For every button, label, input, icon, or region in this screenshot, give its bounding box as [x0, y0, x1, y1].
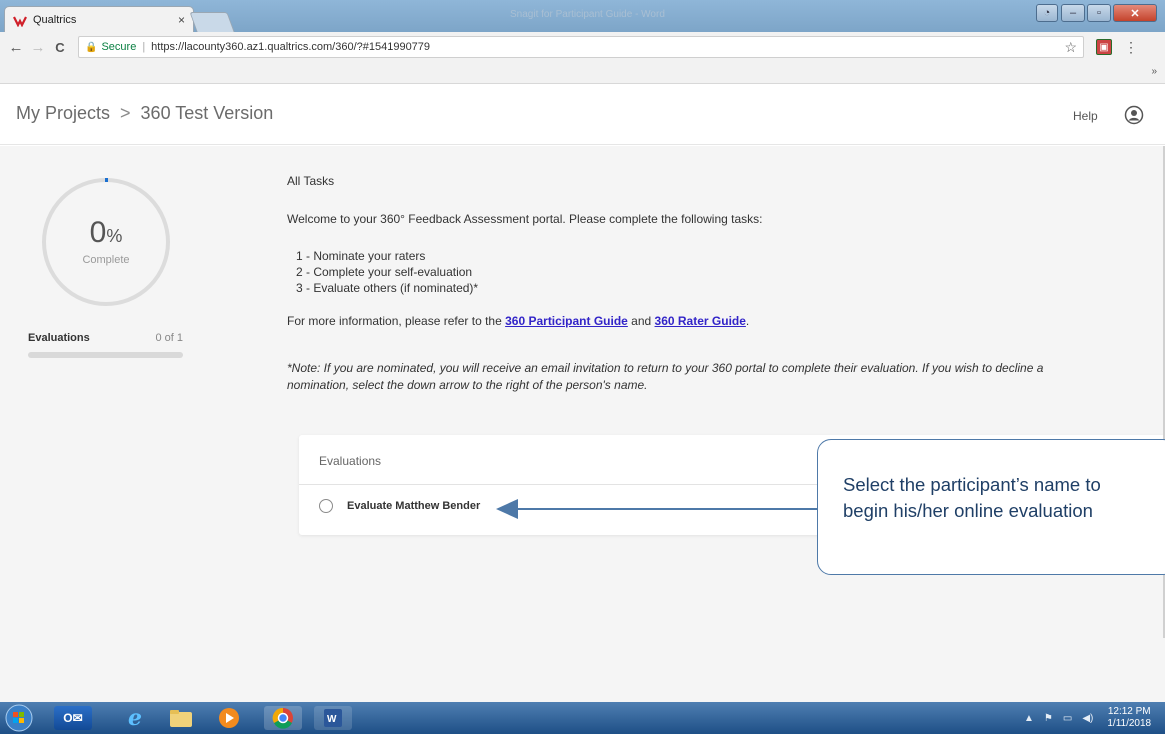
info-prefix: For more information, please refer to th… — [287, 314, 506, 328]
breadcrumb-my-projects[interactable]: My Projects — [16, 103, 110, 124]
extension-icon[interactable]: ▣ — [1096, 39, 1112, 55]
internet-explorer-icon[interactable]: e — [116, 705, 154, 731]
back-arrow-icon[interactable]: ← — [6, 39, 26, 56]
maximize-window-button[interactable]: ▫ — [1087, 4, 1111, 22]
system-clock[interactable]: 12:12 PM 1/11/2018 — [1107, 706, 1151, 730]
main-panel: All Tasks Welcome to your 360° Feedback … — [203, 146, 1165, 702]
close-window-button[interactable]: ✕ — [1113, 4, 1157, 22]
window-title: Snagit for Participant Guide - Word — [510, 9, 665, 20]
help-link[interactable]: Help — [1073, 109, 1098, 123]
progress-unit: % — [106, 226, 123, 246]
chrome-icon[interactable] — [264, 706, 302, 730]
file-explorer-icon[interactable] — [162, 706, 200, 730]
new-tab-button[interactable] — [189, 12, 235, 32]
windows-taskbar: O✉ e W ▲ ⚑ ▭ ◀) 12:12 PM 1/11/2018 — [0, 702, 1165, 734]
progress-label: Complete — [82, 254, 130, 266]
callout-text: Select the participant’s name to begin h… — [843, 474, 1101, 521]
main-content: All Tasks Welcome to your 360° Feedback … — [203, 146, 1165, 702]
media-player-icon[interactable] — [210, 706, 248, 730]
tray-expand-icon[interactable]: ▲ — [1024, 713, 1034, 724]
network-icon[interactable]: ▭ — [1063, 713, 1072, 724]
star-icon[interactable]: ☆ — [1064, 39, 1077, 56]
progress-number: 0 — [89, 216, 107, 249]
clock-time: 12:12 PM — [1107, 706, 1151, 717]
svg-text:W: W — [327, 714, 337, 725]
instruction-callout: Select the participant’s name to begin h… — [817, 439, 1165, 575]
evaluations-card-title: Evaluations — [319, 454, 382, 468]
qualtrics-logo-icon — [13, 16, 27, 27]
tab-title: Qualtrics — [33, 13, 77, 26]
participant-guide-link[interactable]: 360 Participant Guide — [505, 314, 628, 328]
bookmarks-bar: » — [0, 62, 1165, 84]
progress-percent: 0% — [40, 216, 172, 250]
url-separator: | — [142, 41, 146, 53]
breadcrumb-current-project: 360 Test Version — [140, 103, 274, 123]
breadcrumb: My Projects > 360 Test Version — [16, 103, 273, 124]
callout-arrow — [496, 499, 821, 519]
info-line: For more information, please refer to th… — [287, 314, 749, 328]
bookmarks-overflow-icon[interactable]: » — [1151, 66, 1157, 77]
clock-date: 1/11/2018 — [1107, 718, 1152, 729]
address-bar[interactable]: 🔒 Secure | https://lacounty360.az1.qualt… — [78, 36, 1084, 58]
reload-icon[interactable]: C — [50, 40, 70, 55]
sidebar-evaluations-count: 0 of 1 — [155, 332, 183, 344]
welcome-text: Welcome to your 360° Feedback Assessment… — [287, 212, 763, 226]
action-center-flag-icon[interactable]: ⚑ — [1044, 713, 1053, 724]
evaluation-item[interactable]: Evaluate Matthew Bender — [319, 499, 480, 513]
browser-toolbar: ← → C 🔒 Secure | https://lacounty360.az1… — [0, 32, 1165, 62]
info-and: and — [627, 314, 655, 328]
section-title: All Tasks — [287, 174, 335, 188]
evaluation-item-label[interactable]: Evaluate Matthew Bender — [347, 500, 480, 512]
forward-arrow-icon[interactable]: → — [28, 39, 48, 56]
task-item: 3 - Evaluate others (if nominated)* — [296, 281, 479, 295]
system-tray: ▲ ⚑ ▭ ◀) 12:12 PM 1/11/2018 — [1024, 702, 1165, 734]
outlook-icon[interactable]: O✉ — [54, 706, 92, 730]
browser-menu-icon[interactable]: ⋮ — [1124, 39, 1138, 56]
word-icon[interactable]: W — [314, 706, 352, 730]
secure-label: Secure — [101, 41, 137, 53]
task-item: 2 - Complete your self-evaluation — [296, 265, 473, 279]
breadcrumb-separator: > — [120, 103, 131, 123]
sidebar-evaluations-label: Evaluations — [28, 332, 90, 344]
window-profile-button[interactable]: ◔ — [1036, 4, 1058, 22]
browser-tab-qualtrics[interactable]: Qualtrics × — [4, 6, 194, 32]
lock-icon: 🔒 — [85, 41, 98, 53]
task-list: 1 - Nominate your raters 2 - Complete yo… — [296, 248, 478, 296]
evaluations-progress-bar — [28, 352, 183, 358]
radio-button-icon[interactable] — [319, 499, 333, 513]
tab-close-icon[interactable]: × — [178, 13, 185, 27]
url-text[interactable]: https://lacounty360.az1.qualtrics.com/36… — [151, 41, 1064, 53]
app-header: My Projects > 360 Test Version Help — [0, 85, 1165, 145]
rater-guide-link[interactable]: 360 Rater Guide — [655, 314, 746, 328]
volume-icon[interactable]: ◀) — [1082, 713, 1093, 724]
nomination-note: *Note: If you are nominated, you will re… — [287, 361, 1044, 392]
windows-start-icon[interactable] — [4, 704, 34, 732]
info-suffix: . — [745, 314, 750, 328]
user-account-icon[interactable] — [1124, 105, 1144, 125]
minimize-window-button[interactable]: – — [1061, 4, 1085, 22]
task-item: 1 - Nominate your raters — [296, 249, 426, 263]
browser-tabstrip: Qualtrics × Snagit for Participant Guide… — [0, 0, 1165, 32]
sidebar: 0% Complete Evaluations 0 of 1 — [0, 146, 203, 702]
